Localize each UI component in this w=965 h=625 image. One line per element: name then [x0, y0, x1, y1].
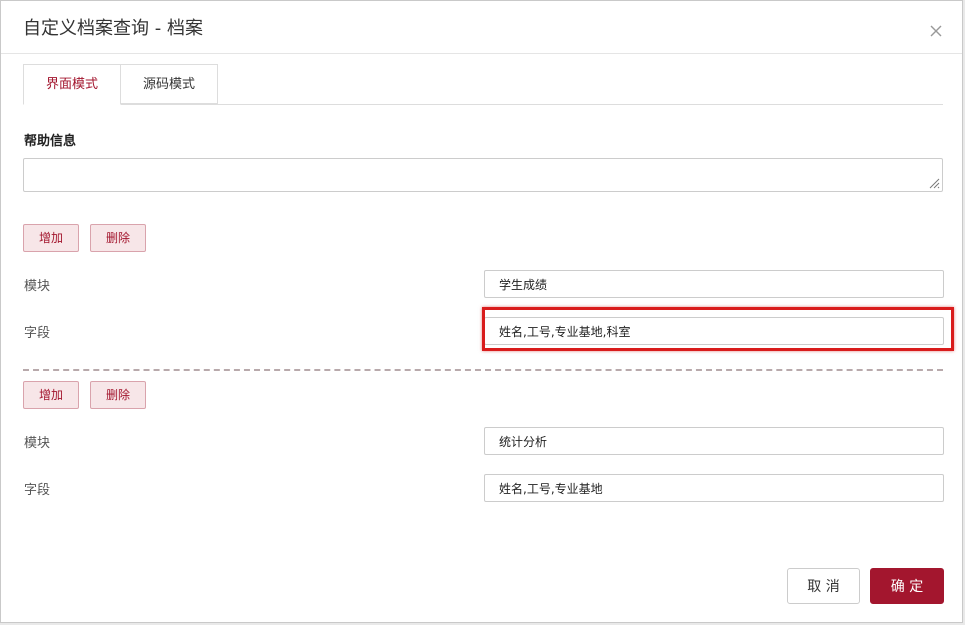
tab-source-mode[interactable]: 源码模式	[121, 64, 218, 104]
group-2-module-input[interactable]	[484, 427, 944, 455]
group-1-module-label: 模块	[24, 279, 51, 294]
help-info-label: 帮助信息	[24, 134, 77, 149]
group-2-field-label: 字段	[24, 483, 51, 498]
group-1-module-input[interactable]	[484, 270, 944, 298]
resize-grip-icon[interactable]	[928, 174, 940, 189]
group-divider	[23, 369, 943, 371]
mode-tabs: 界面模式 源码模式	[23, 64, 943, 105]
dialog-title: 自定义档案查询 - 档案	[23, 18, 203, 39]
group-1-field-input[interactable]	[484, 317, 944, 345]
tab-ui-mode[interactable]: 界面模式	[23, 64, 121, 105]
cancel-button[interactable]: 取 消	[787, 568, 860, 604]
close-icon[interactable]	[928, 23, 944, 39]
dialog: 自定义档案查询 - 档案 界面模式 源码模式 帮助信息 增加 删除 模块 字段 …	[0, 0, 963, 623]
dialog-header: 自定义档案查询 - 档案	[1, 1, 962, 54]
group-1-add-button[interactable]: 增加	[23, 224, 79, 252]
group-2-delete-button[interactable]: 删除	[90, 381, 146, 409]
group-2-add-button[interactable]: 增加	[23, 381, 79, 409]
group-2-module-label: 模块	[24, 436, 51, 451]
group-2-field-input[interactable]	[484, 474, 944, 502]
help-info-textarea[interactable]	[23, 158, 943, 192]
group-1-field-label: 字段	[24, 326, 51, 341]
group-1-delete-button[interactable]: 删除	[90, 224, 146, 252]
confirm-button[interactable]: 确 定	[870, 568, 944, 604]
